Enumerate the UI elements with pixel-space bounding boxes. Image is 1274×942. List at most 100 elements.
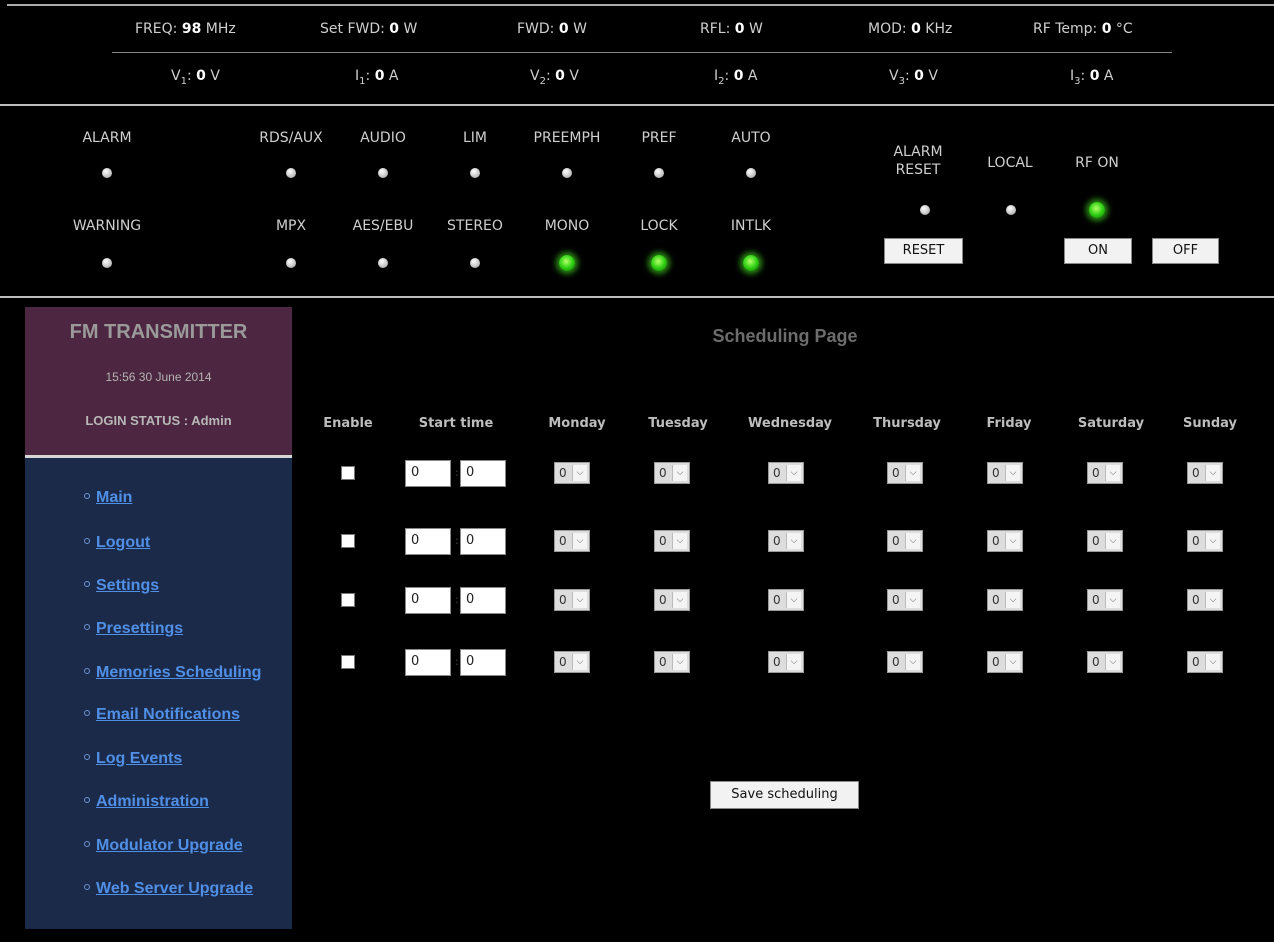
chevron-down-icon: ⌵ bbox=[1105, 533, 1120, 549]
enable-checkbox[interactable] bbox=[341, 655, 355, 669]
wednesday-select[interactable]: 0 ⌵ bbox=[768, 589, 804, 611]
start-hour-input[interactable]: 0 bbox=[405, 528, 451, 555]
thursday-select[interactable]: 0 ⌵ bbox=[887, 589, 923, 611]
nav-link-administration[interactable]: Administration bbox=[96, 793, 209, 810]
chevron-down-icon: ⌵ bbox=[1205, 592, 1220, 608]
nav-item-logout[interactable]: Logout bbox=[84, 534, 150, 552]
sunday-select[interactable]: 0 ⌵ bbox=[1187, 530, 1223, 552]
indicator-led-rds-aux bbox=[286, 168, 296, 178]
monday-select[interactable]: 0 ⌵ bbox=[554, 651, 590, 673]
indicator-label-mono: MONO bbox=[544, 218, 590, 234]
start-minute-input[interactable]: 0 bbox=[460, 528, 506, 555]
bullet-icon bbox=[84, 538, 90, 544]
chevron-down-icon: ⌵ bbox=[786, 654, 801, 670]
indicator-label-alarm: ALARM bbox=[82, 130, 132, 146]
nav-item-modulator-upgrade[interactable]: Modulator Upgrade bbox=[84, 837, 243, 855]
select-value: 0 bbox=[559, 593, 567, 607]
wednesday-select[interactable]: 0 ⌵ bbox=[768, 651, 804, 673]
indicator-led-mpx bbox=[286, 258, 296, 268]
wednesday-select[interactable]: 0 ⌵ bbox=[768, 462, 804, 484]
select-value: 0 bbox=[773, 593, 781, 607]
indicator-led-mono bbox=[559, 255, 575, 271]
bullet-icon bbox=[84, 624, 90, 630]
chevron-down-icon: ⌵ bbox=[1205, 533, 1220, 549]
nav-item-settings[interactable]: Settings bbox=[84, 577, 159, 595]
start-hour-input[interactable]: 0 bbox=[405, 587, 451, 614]
nav-item-email-notifications[interactable]: Email Notifications bbox=[84, 706, 240, 724]
select-value: 0 bbox=[1192, 593, 1200, 607]
monday-select[interactable]: 0 ⌵ bbox=[554, 462, 590, 484]
rf-on-button[interactable]: ON bbox=[1064, 238, 1132, 264]
start-hour-input[interactable]: 0 bbox=[405, 649, 451, 676]
nav-item-main[interactable]: Main bbox=[84, 489, 132, 507]
saturday-select[interactable]: 0 ⌵ bbox=[1087, 651, 1123, 673]
chevron-down-icon: ⌵ bbox=[672, 465, 687, 481]
tuesday-select[interactable]: 0 ⌵ bbox=[654, 462, 690, 484]
friday-select[interactable]: 0 ⌵ bbox=[987, 462, 1023, 484]
indicator-led-alarm bbox=[102, 168, 112, 178]
indicator-label-lock: LOCK bbox=[640, 218, 678, 234]
monday-select[interactable]: 0 ⌵ bbox=[554, 589, 590, 611]
chevron-down-icon: ⌵ bbox=[1205, 465, 1220, 481]
wednesday-select[interactable]: 0 ⌵ bbox=[768, 530, 804, 552]
nav-item-administration[interactable]: Administration bbox=[84, 793, 209, 811]
col-start-time: Start time bbox=[418, 416, 494, 431]
reset-button[interactable]: RESET bbox=[884, 238, 963, 264]
col-monday: Monday bbox=[548, 416, 606, 431]
enable-checkbox[interactable] bbox=[341, 466, 355, 480]
enable-checkbox[interactable] bbox=[341, 534, 355, 548]
sunday-select[interactable]: 0 ⌵ bbox=[1187, 462, 1223, 484]
nav-item-log-events[interactable]: Log Events bbox=[84, 750, 182, 768]
top-border bbox=[7, 4, 1274, 6]
saturday-select[interactable]: 0 ⌵ bbox=[1087, 462, 1123, 484]
login-status: LOGIN STATUS : Admin bbox=[85, 413, 232, 428]
start-minute-input[interactable]: 0 bbox=[460, 460, 506, 487]
tuesday-select[interactable]: 0 ⌵ bbox=[654, 530, 690, 552]
nav-link-web-server-upgrade[interactable]: Web Server Upgrade bbox=[96, 880, 253, 897]
tuesday-select[interactable]: 0 ⌵ bbox=[654, 651, 690, 673]
chevron-down-icon: ⌵ bbox=[1005, 654, 1020, 670]
start-minute-input[interactable]: 0 bbox=[460, 649, 506, 676]
saturday-select[interactable]: 0 ⌵ bbox=[1087, 589, 1123, 611]
saturday-select[interactable]: 0 ⌵ bbox=[1087, 530, 1123, 552]
sunday-select[interactable]: 0 ⌵ bbox=[1187, 589, 1223, 611]
chevron-down-icon: ⌵ bbox=[1205, 654, 1220, 670]
nav-link-modulator-upgrade[interactable]: Modulator Upgrade bbox=[96, 837, 243, 854]
nav-item-presettings[interactable]: Presettings bbox=[84, 620, 183, 638]
select-value: 0 bbox=[659, 466, 667, 480]
start-hour-input[interactable]: 0 bbox=[405, 460, 451, 487]
friday-select[interactable]: 0 ⌵ bbox=[987, 530, 1023, 552]
indicator-label-audio: AUDIO bbox=[360, 130, 406, 146]
select-value: 0 bbox=[659, 655, 667, 669]
indicator-led-preemph bbox=[562, 168, 572, 178]
friday-select[interactable]: 0 ⌵ bbox=[987, 589, 1023, 611]
sunday-select[interactable]: 0 ⌵ bbox=[1187, 651, 1223, 673]
thursday-select[interactable]: 0 ⌵ bbox=[887, 651, 923, 673]
friday-select[interactable]: 0 ⌵ bbox=[987, 651, 1023, 673]
tuesday-select[interactable]: 0 ⌵ bbox=[654, 589, 690, 611]
monday-select[interactable]: 0 ⌵ bbox=[554, 530, 590, 552]
chevron-down-icon: ⌵ bbox=[905, 592, 920, 608]
nav-link-settings[interactable]: Settings bbox=[96, 577, 159, 594]
indicator-label-stereo: STEREO bbox=[447, 218, 503, 234]
nav-link-log-events[interactable]: Log Events bbox=[96, 750, 182, 767]
select-value: 0 bbox=[1092, 534, 1100, 548]
rf-on-label: RF ON bbox=[1075, 155, 1119, 171]
nav-link-memories-scheduling[interactable]: Memories Scheduling bbox=[96, 664, 261, 681]
rf-off-button[interactable]: OFF bbox=[1152, 238, 1219, 264]
nav-item-web-server-upgrade[interactable]: Web Server Upgrade bbox=[84, 880, 253, 898]
nav-link-logout[interactable]: Logout bbox=[96, 534, 150, 551]
thursday-select[interactable]: 0 ⌵ bbox=[887, 462, 923, 484]
chevron-down-icon: ⌵ bbox=[672, 592, 687, 608]
select-value: 0 bbox=[992, 593, 1000, 607]
rf-on-led bbox=[1089, 202, 1105, 218]
nav-link-presettings[interactable]: Presettings bbox=[96, 620, 183, 637]
indicator-label-lim: LIM bbox=[462, 130, 487, 146]
nav-link-email-notifications[interactable]: Email Notifications bbox=[96, 706, 240, 723]
start-minute-input[interactable]: 0 bbox=[460, 587, 506, 614]
save-scheduling-button[interactable]: Save scheduling bbox=[710, 781, 859, 809]
thursday-select[interactable]: 0 ⌵ bbox=[887, 530, 923, 552]
enable-checkbox[interactable] bbox=[341, 593, 355, 607]
nav-item-memories-scheduling[interactable]: Memories Scheduling bbox=[84, 664, 261, 682]
nav-link-main[interactable]: Main bbox=[96, 489, 132, 506]
